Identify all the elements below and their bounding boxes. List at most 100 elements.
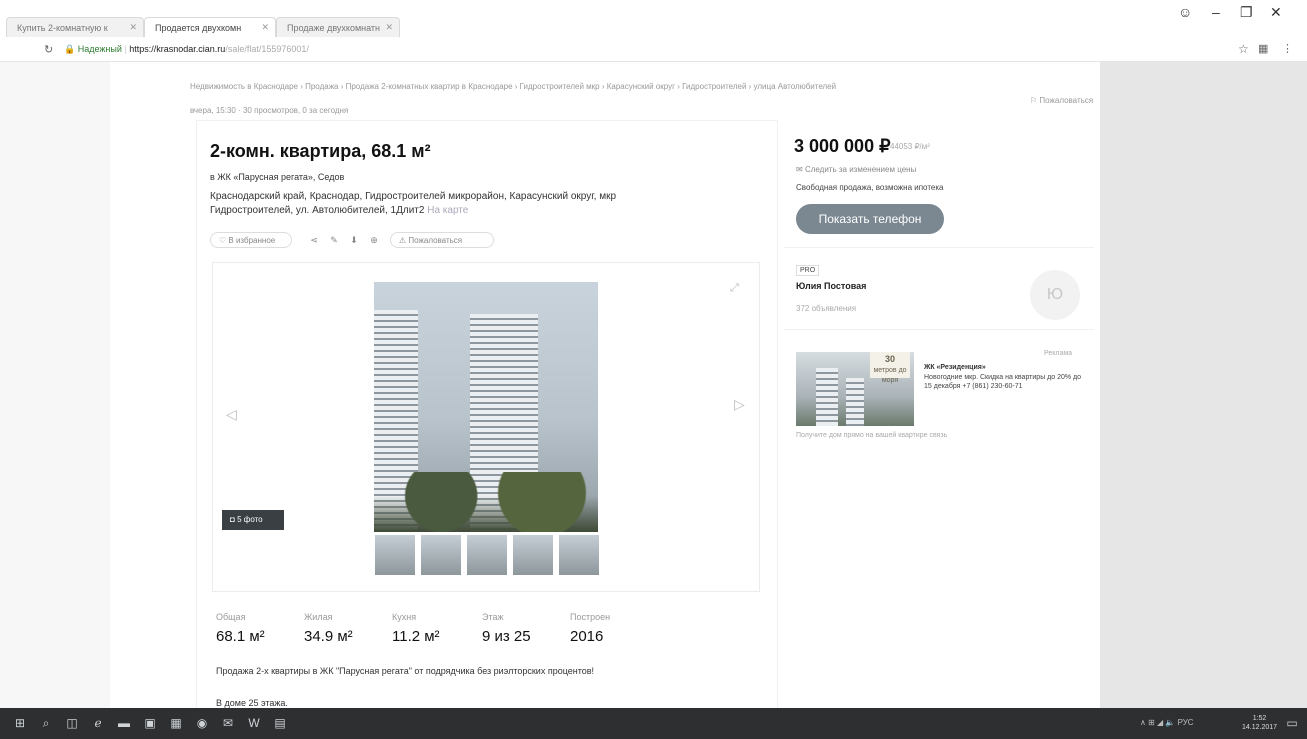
chrome-icon[interactable]: ◉ [194,715,210,731]
page-gutter-right [1100,62,1307,710]
description-text: Продажа 2-х квартиры в ЖК "Парусная рега… [216,666,595,676]
flag-icon: ⚐ [1030,96,1040,105]
close-icon[interactable]: ✕ [261,22,269,33]
chevron-left-icon[interactable]: ◁ [226,406,237,423]
agent-name[interactable]: Юлия Постовая [796,281,866,291]
browser-tabstrip: Купить 2-комнатную к ✕ Продается двухком… [0,0,1307,38]
reload-icon[interactable]: ↻ [44,43,53,56]
edge-icon[interactable]: ℯ [90,715,106,731]
url-path: /sale/flat/155976001/ [225,44,309,54]
show-phone-button[interactable]: Показать телефон [796,204,944,234]
word-icon[interactable]: W [246,715,262,731]
extension-icon[interactable]: ▦ [1258,42,1268,55]
building-shape [816,368,838,426]
url-host: https://krasnodar.cian.ru [129,44,226,54]
listing-address: Краснодарский край, Краснодар, Гидростро… [210,190,670,218]
main-photo[interactable] [374,282,598,532]
ad-footer[interactable]: Получите дом прямо на вашей квартире свя… [796,432,947,439]
photos-icon[interactable]: ▤ [272,715,288,731]
thumbnail[interactable] [466,534,508,576]
favorite-button[interactable]: ♡ В избранное [210,232,292,248]
ad-image[interactable]: 30 метров до моря [796,352,914,426]
warning-icon: ⚠ [399,236,409,245]
ad-badge-number: 30 [884,354,895,364]
chevron-right-icon[interactable]: ▷ [734,396,745,413]
tab-label: Продается двухкомн [155,23,242,33]
complain-button-label: Пожаловаться [408,236,463,245]
ad-label: Реклама [1044,350,1073,357]
price-value: 3 000 000 ₽ [794,136,891,156]
ad-badge: 30 метров до моря [870,352,910,384]
stat-value: 34.9 м² [304,628,353,645]
follow-price-link[interactable]: ✉ Следить за изменением цены [796,165,916,174]
agent-listings[interactable]: 372 объявления [796,304,856,313]
notifications-icon[interactable]: ▭ [1284,715,1300,731]
calculator-icon[interactable]: ▦ [168,715,184,731]
thumbnail[interactable] [420,534,462,576]
system-tray[interactable]: ∧ ⊞ ◢ 🔈 РУС [1140,718,1194,727]
search-icon[interactable]: ⌕ [38,715,54,731]
complex-link[interactable]: в ЖК «Парусная регата», Седов [210,172,344,182]
tab-label: Купить 2-комнатную к [17,23,108,33]
sale-terms: Свободная продажа, возможна ипотека [796,183,944,192]
follow-price-label: Следить за изменением цены [804,165,917,174]
share-icon[interactable]: ⋖ [306,232,322,248]
print-icon[interactable]: ⊕ [366,232,382,248]
close-icon[interactable]: ✕ [129,22,137,33]
views-text: вчера, 15:30 · 30 просмотров, 0 за сегод… [190,106,349,115]
breadcrumb[interactable]: Недвижимость в Краснодаре › Продажа › Пр… [190,82,1090,91]
clock[interactable]: 1:52 14.12.2017 [1242,714,1277,732]
complain-label: Пожаловаться [1039,96,1094,105]
listing-meta: вчера, 15:30 · 30 просмотров, 0 за сегод… [190,106,348,115]
description-text: В доме 25 этажа. [216,698,288,708]
taskbar: ⊞ ⌕ ◫ ℯ ▬ ▣ ▦ ◉ ✉ W ▤ ∧ ⊞ ◢ 🔈 РУС 1:52 1… [0,708,1307,739]
browser-tab[interactable]: Продаже двухкомнатн ✕ [276,17,400,37]
photo-count-label: 5 фото [237,515,263,524]
stat-value: 2016 [570,628,604,645]
ad-text: Новогодние мкр. Скидка на квартиры до 20… [924,374,1082,390]
thumbnail[interactable] [558,534,600,576]
trees-shape [374,472,598,532]
expand-icon[interactable]: ⤢ [730,282,739,295]
minimize-icon[interactable]: – [1212,4,1220,20]
close-window-icon[interactable]: ✕ [1270,4,1282,21]
map-link[interactable]: На карте [427,205,468,216]
browser-tab-active[interactable]: Продается двухкомн ✕ [144,17,276,37]
profile-icon[interactable]: ☺ [1178,4,1192,20]
stat-label: Построен [570,612,611,622]
download-icon[interactable]: ⬇ [346,232,362,248]
store-icon[interactable]: ▣ [142,715,158,731]
browser-tab[interactable]: Купить 2-комнатную к ✕ [6,17,144,37]
complain-button[interactable]: ⚠ Пожаловаться [390,232,494,248]
ad-title[interactable]: ЖК «Резиденция» [924,364,986,371]
page-gutter-left [0,62,110,710]
maximize-icon[interactable]: ❐ [1240,4,1253,21]
url-field[interactable]: 🔒 Надежный | https://krasnodar.cian.ru/s… [64,42,1224,58]
heart-icon: ♡ [219,236,229,245]
stat-label: Кухня [392,612,417,622]
thumbnail[interactable] [512,534,554,576]
star-icon[interactable]: ☆ [1238,42,1249,56]
windows-start-icon[interactable]: ⊞ [12,715,28,731]
close-icon[interactable]: ✕ [385,22,393,33]
mail-icon: ✉ [796,165,805,174]
favorite-label: В избранное [228,236,276,245]
explorer-icon[interactable]: ▬ [116,715,132,731]
thumbnail[interactable] [374,534,416,576]
avatar[interactable]: Ю [1030,270,1080,320]
ad-badge-text: метров до моря [873,367,907,384]
photo-count-badge[interactable]: ◘ 5 фото [222,510,284,530]
stat-label: Этаж [482,612,504,622]
stat-label: Жилая [304,612,333,622]
mail-icon[interactable]: ✉ [220,715,236,731]
stat-value: 11.2 м² [392,628,440,645]
task-view-icon[interactable]: ◫ [64,715,80,731]
stat-label: Общая [216,612,246,622]
camera-icon: ◘ [230,515,238,524]
complain-link[interactable]: ⚐ Пожаловаться [1030,96,1093,105]
secure-label: Надежный [77,44,122,54]
edit-icon[interactable]: ✎ [326,232,342,248]
menu-icon[interactable]: ⋮ [1282,42,1293,55]
clock-date: 14.12.2017 [1242,724,1278,731]
stat-value: 68.1 м² [216,628,265,645]
